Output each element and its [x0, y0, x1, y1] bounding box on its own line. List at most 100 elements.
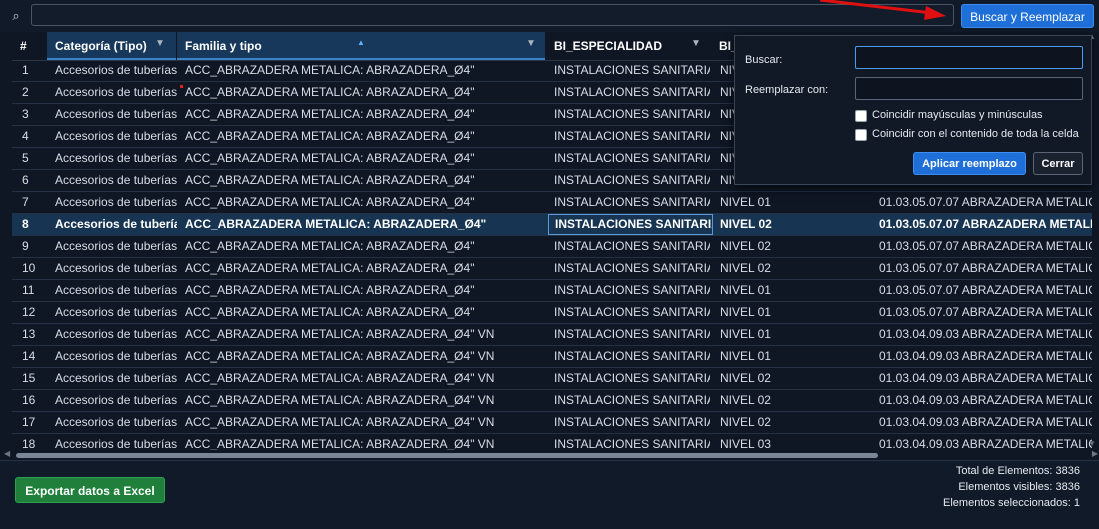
family-type-cell[interactable]: ACC_ABRAZADERA METALICA: ABRAZADERA_Ø4": [185, 60, 545, 81]
nivel-cell[interactable]: NIVEL 02: [720, 412, 870, 433]
especialidad-cell[interactable]: INSTALACIONES SANITARIAS: [554, 302, 710, 323]
category-cell[interactable]: Accesorios de tuberías: [55, 368, 177, 389]
category-cell[interactable]: Accesorios de tuberías: [55, 214, 177, 235]
nivel-cell[interactable]: NIVEL 01: [720, 192, 870, 213]
row-index[interactable]: 14: [22, 346, 50, 367]
code-cell[interactable]: 01.03.04.09.03 ABRAZADERA METALICA p/: [879, 346, 1092, 367]
nivel-cell[interactable]: NIVEL 02: [720, 236, 870, 257]
nivel-cell[interactable]: NIVEL 01: [720, 280, 870, 301]
code-cell[interactable]: 01.03.04.09.03 ABRAZADERA METALICA p/: [879, 434, 1092, 450]
category-cell[interactable]: Accesorios de tuberías: [55, 126, 177, 147]
horizontal-scrollbar[interactable]: ◀ ▶: [4, 449, 1098, 459]
table-row[interactable]: 14 Accesorios de tuberías ACC_ABRAZADERA M…: [12, 346, 1092, 368]
especialidad-cell[interactable]: INSTALACIONES SANITARIAS: [554, 346, 710, 367]
match-case-checkbox[interactable]: [855, 110, 867, 122]
category-cell[interactable]: Accesorios de tuberías: [55, 104, 177, 125]
family-type-cell[interactable]: ACC_ABRAZADERA METALICA: ABRAZADERA_Ø4": [185, 126, 545, 147]
row-index[interactable]: 3: [22, 104, 50, 125]
table-row[interactable]: 13 Accesorios de tuberías ACC_ABRAZADERA M…: [12, 324, 1092, 346]
family-type-cell[interactable]: ACC_ABRAZADERA METALICA: ABRAZADERA_Ø4" …: [185, 368, 545, 389]
category-cell[interactable]: Accesorios de tuberías: [55, 346, 177, 367]
especialidad-cell[interactable]: INSTALACIONES SANITARIAS: [554, 104, 710, 125]
especialidad-cell[interactable]: INSTALACIONES SANITARIAS: [554, 324, 710, 345]
row-index[interactable]: 6: [22, 170, 50, 191]
nivel-cell[interactable]: NIVEL 02: [720, 258, 870, 279]
code-cell[interactable]: 01.03.04.09.03 ABRAZADERA METALICA p/: [879, 368, 1092, 389]
especialidad-cell[interactable]: INSTALACIONES SANITARIAS: [554, 148, 710, 169]
nivel-cell[interactable]: NIVEL 02: [720, 214, 870, 235]
family-type-cell[interactable]: ACC_ABRAZADERA METALICA: ABRAZADERA_Ø4": [185, 280, 545, 301]
nivel-cell[interactable]: NIVEL 01: [720, 302, 870, 323]
filter-icon[interactable]: ▼: [155, 32, 165, 56]
filter-icon[interactable]: ▼: [526, 32, 536, 56]
row-index[interactable]: 8: [22, 214, 50, 235]
whole-cell-checkbox[interactable]: [855, 129, 867, 141]
filter-icon[interactable]: ▼: [691, 32, 701, 56]
especialidad-cell[interactable]: INSTALACIONES SANITARIAS: [554, 412, 710, 433]
category-cell[interactable]: Accesorios de tuberías: [55, 236, 177, 257]
whole-cell-label[interactable]: Coincidir con el contenido de toda la ce…: [872, 128, 1079, 140]
column-header-category[interactable]: Categoría (Tipo) ▼: [47, 32, 176, 60]
especialidad-cell[interactable]: INSTALACIONES SANITARIAS: [554, 60, 710, 81]
family-type-cell[interactable]: ACC_ABRAZADERA METALICA: ABRAZADERA_Ø4": [185, 170, 545, 191]
code-cell[interactable]: 01.03.04.09.03 ABRAZADERA METALICA p/: [879, 324, 1092, 345]
column-header-especialidad[interactable]: BI_ESPECIALIDAD ▼: [546, 32, 710, 60]
category-cell[interactable]: Accesorios de tuberías: [55, 192, 177, 213]
category-cell[interactable]: Accesorios de tuberías: [55, 60, 177, 81]
row-index[interactable]: 11: [22, 280, 50, 301]
row-index[interactable]: 7: [22, 192, 50, 213]
family-type-cell[interactable]: ACC_ABRAZADERA METALICA: ABRAZADERA_Ø4" …: [185, 412, 545, 433]
replace-input[interactable]: [855, 77, 1083, 100]
row-index[interactable]: 12: [22, 302, 50, 323]
family-type-cell[interactable]: ACC_ABRAZADERA METALICA: ABRAZADERA_Ø4" …: [185, 346, 545, 367]
scroll-right-icon[interactable]: ▶: [1092, 449, 1098, 458]
category-cell[interactable]: Accesorios de tuberías: [55, 82, 177, 103]
find-replace-button[interactable]: Buscar y Reemplazar: [961, 4, 1094, 28]
column-header-index[interactable]: #: [12, 32, 46, 60]
table-row[interactable]: 16 Accesorios de tuberías ACC_ABRAZADERA M…: [12, 390, 1092, 412]
especialidad-cell[interactable]: INSTALACIONES SANITARIAS: [554, 280, 710, 301]
nivel-cell[interactable]: NIVEL 03: [720, 434, 870, 450]
scroll-down-icon[interactable]: ▼: [1088, 439, 1096, 448]
code-cell[interactable]: 01.03.05.07.07 ABRAZADERA METALICA p/: [879, 280, 1092, 301]
table-row[interactable]: 17 Accesorios de tuberías ACC_ABRAZADERA M…: [12, 412, 1092, 434]
family-type-cell[interactable]: ACC_ABRAZADERA METALICA: ABRAZADERA_Ø4": [185, 104, 545, 125]
category-cell[interactable]: Accesorios de tuberías: [55, 434, 177, 450]
especialidad-cell[interactable]: INSTALACIONES SANITARIAS: [554, 258, 710, 279]
apply-replace-button[interactable]: Aplicar reemplazo: [913, 152, 1026, 175]
scroll-left-icon[interactable]: ◀: [4, 449, 10, 458]
family-type-cell[interactable]: ACC_ABRAZADERA METALICA: ABRAZADERA_Ø4" …: [185, 390, 545, 411]
row-index[interactable]: 18: [22, 434, 50, 450]
category-cell[interactable]: Accesorios de tuberías: [55, 170, 177, 191]
code-cell[interactable]: 01.03.05.07.07 ABRAZADERA METALICA p/: [879, 214, 1092, 235]
family-type-cell[interactable]: ACC_ABRAZADERA METALICA: ABRAZADERA_Ø4": [185, 214, 545, 235]
code-cell[interactable]: 01.03.05.07.07 ABRAZADERA METALICA p/: [879, 302, 1092, 323]
row-index[interactable]: 5: [22, 148, 50, 169]
family-type-cell[interactable]: ACC_ABRAZADERA METALICA: ABRAZADERA_Ø4" …: [185, 434, 545, 450]
category-cell[interactable]: Accesorios de tuberías: [55, 412, 177, 433]
especialidad-cell[interactable]: INSTALACIONES SANITARIAS: [548, 214, 713, 235]
especialidad-cell[interactable]: INSTALACIONES SANITARIAS: [554, 236, 710, 257]
especialidad-cell[interactable]: INSTALACIONES SANITARIAS: [554, 368, 710, 389]
column-header-family[interactable]: Familia y tipo ▼ ▲: [177, 32, 545, 60]
code-cell[interactable]: 01.03.05.07.07 ABRAZADERA METALICA p/: [879, 258, 1092, 279]
export-excel-button[interactable]: Exportar datos a Excel: [15, 477, 165, 503]
table-row[interactable]: 8 Accesorios de tuberías ACC_ABRAZADERA ME…: [12, 214, 1092, 236]
row-index[interactable]: 17: [22, 412, 50, 433]
family-type-cell[interactable]: ACC_ABRAZADERA METALICA: ABRAZADERA_Ø4": [185, 302, 545, 323]
row-index[interactable]: 1: [22, 60, 50, 81]
nivel-cell[interactable]: NIVEL 02: [720, 390, 870, 411]
especialidad-cell[interactable]: INSTALACIONES SANITARIAS: [554, 390, 710, 411]
table-row[interactable]: 10 Accesorios de tuberías ACC_ABRAZADERA M…: [12, 258, 1092, 280]
especialidad-cell[interactable]: INSTALACIONES SANITARIAS: [554, 126, 710, 147]
match-case-label[interactable]: Coincidir mayúsculas y minúsculas: [872, 109, 1043, 121]
code-cell[interactable]: 01.03.04.09.03 ABRAZADERA METALICA p/: [879, 412, 1092, 433]
category-cell[interactable]: Accesorios de tuberías: [55, 324, 177, 345]
nivel-cell[interactable]: NIVEL 02: [720, 368, 870, 389]
category-cell[interactable]: Accesorios de tuberías: [55, 258, 177, 279]
code-cell[interactable]: 01.03.05.07.07 ABRAZADERA METALICA p/: [879, 236, 1092, 257]
table-row[interactable]: 11 Accesorios de tuberías ACC_ABRAZADERA M…: [12, 280, 1092, 302]
family-type-cell[interactable]: ACC_ABRAZADERA METALICA: ABRAZADERA_Ø4": [185, 82, 545, 103]
table-row[interactable]: 7 Accesorios de tuberías ACC_ABRAZADERA ME…: [12, 192, 1092, 214]
especialidad-cell[interactable]: INSTALACIONES SANITARIAS: [554, 192, 710, 213]
